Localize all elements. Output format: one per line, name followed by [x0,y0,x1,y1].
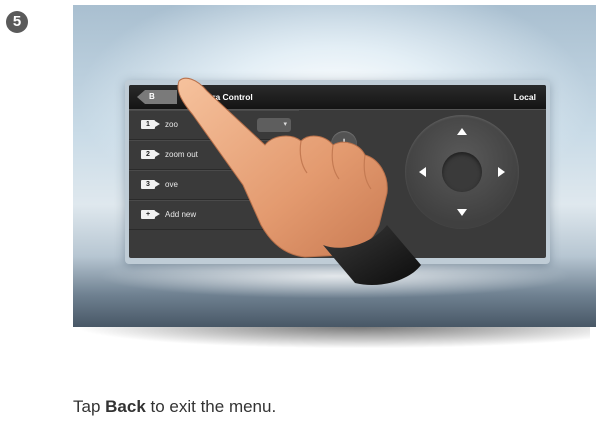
pointing-hand-icon [177,77,421,285]
back-button[interactable]: B [137,90,177,104]
arrow-down-icon[interactable] [457,209,467,216]
instruction-caption: Tap Back to exit the menu. [73,397,276,417]
caption-emphasis: Back [105,397,146,416]
camera-icon: + [141,210,160,219]
touch-screen-screenshot: B Camera Control Local 1 zoo ▾ 2 zoom ou… [73,5,596,327]
caption-text-before: Tap [73,397,106,416]
arrow-right-icon[interactable] [498,167,505,177]
camera-icon: 1 [141,120,160,129]
direction-pad-center[interactable] [442,152,482,192]
camera-icon: 2 [141,150,160,159]
arrow-up-icon[interactable] [457,128,467,135]
camera-icon: 3 [141,180,160,189]
step-number-badge: 5 [6,11,28,33]
camera-source-label[interactable]: Local [514,85,536,109]
caption-text-after: to exit the menu. [145,397,277,416]
screenshot-shadow [80,326,590,348]
